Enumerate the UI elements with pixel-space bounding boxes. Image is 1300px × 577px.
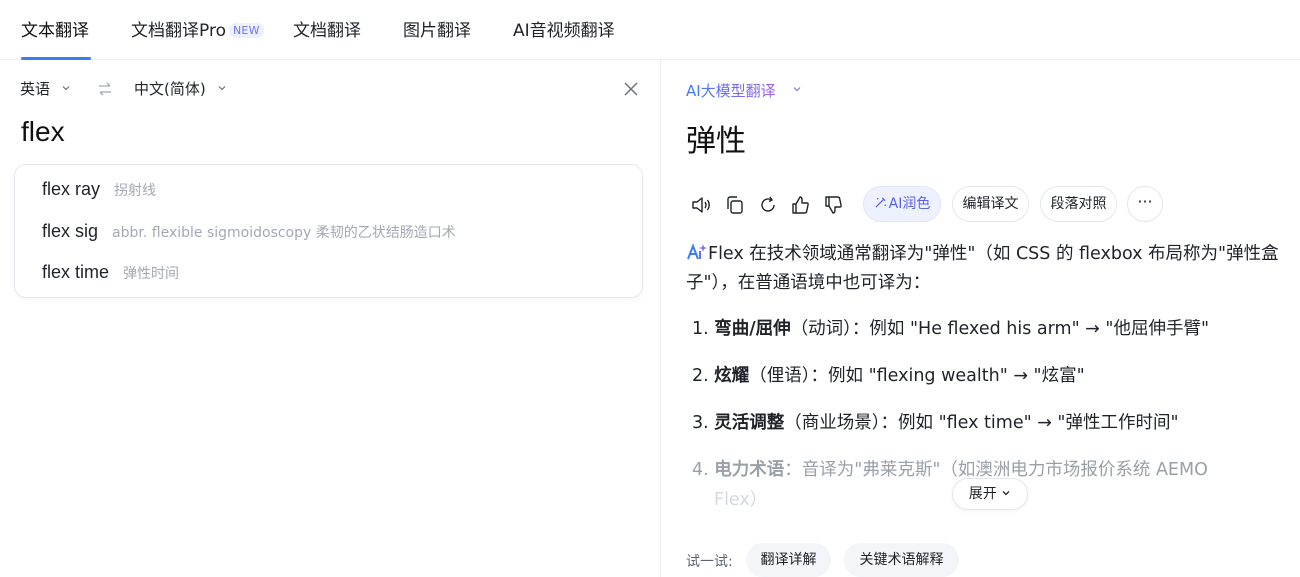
list-term: 灵活调整 xyxy=(714,413,785,433)
list-term: 弯曲/屈伸 xyxy=(714,319,791,339)
list-text: （动词）：例如 "He flexed his arm" → "他屈伸手臂" xyxy=(790,319,1210,339)
magic-wand-icon xyxy=(875,197,886,208)
source-language-label: 英语 xyxy=(20,80,51,98)
suggestion-item[interactable]: flex time 弹性时间 xyxy=(42,262,179,283)
ai-answer-intro: Flex 在技术领域通常翻译为"弹性"（如 CSS 的 flexbox 布局称为… xyxy=(686,240,1290,298)
paragraph-compare-button[interactable]: 段落对照 xyxy=(1040,186,1117,222)
list-item: 3. 灵活调整（商业场景）：例如 "flex time" → "弹性工作时间" xyxy=(692,409,1179,434)
close-icon[interactable] xyxy=(621,79,641,99)
tab-document-translate[interactable]: 文档翻译 xyxy=(293,16,361,41)
suggestion-definition: 拐射线 xyxy=(114,183,157,199)
new-badge: NEW xyxy=(228,23,264,38)
list-number: 3. xyxy=(692,413,709,433)
source-text-input[interactable]: flex xyxy=(21,116,65,148)
list-term: 电力术语 xyxy=(714,460,785,480)
try-label: 试一试: xyxy=(686,554,733,570)
target-language-label: 中文(简体) xyxy=(134,80,206,98)
suggestion-word: flex time xyxy=(42,262,110,282)
list-term: 炫耀 xyxy=(714,366,750,386)
list-number: 2. xyxy=(692,366,709,386)
chevron-down-icon xyxy=(218,86,225,91)
tab-label: 文档翻译Pro xyxy=(131,21,226,41)
tab-av-translate[interactable]: AI音视频翻译 xyxy=(513,16,615,41)
tab-image-translate[interactable]: 图片翻译 xyxy=(403,16,471,41)
chevron-down-icon xyxy=(1002,491,1010,496)
top-tab-bar: 文本翻译 文档翻译Pro NEW 文档翻译 图片翻译 AI音视频翻译 xyxy=(0,0,1300,60)
tab-document-translate-pro[interactable]: 文档翻译Pro NEW xyxy=(131,16,264,41)
translation-output: 弹性 xyxy=(686,124,746,159)
list-text: （商业场景）：例如 "flex time" → "弹性工作时间" xyxy=(784,413,1179,433)
swap-languages-icon[interactable] xyxy=(96,80,114,98)
model-select[interactable]: AI大模型翻译 xyxy=(686,80,776,101)
try-key-terms-button[interactable]: 关键术语解释 xyxy=(844,543,959,577)
list-text: （俚语）：例如 "flexing wealth" → "炫富" xyxy=(749,366,1085,386)
chevron-down-icon[interactable] xyxy=(792,84,802,94)
ai-sparkle-icon xyxy=(687,243,707,260)
suggestion-definition: 弹性时间 xyxy=(123,266,180,282)
ai-answer-text: Flex 在技术领域通常翻译为"弹性"（如 CSS 的 flexbox 布局称为… xyxy=(686,244,1279,293)
suggestion-definition: abbr. flexible sigmoidoscopy 柔韧的乙状结肠造口术 xyxy=(112,225,456,241)
list-number: 4. xyxy=(692,460,709,480)
speaker-icon[interactable] xyxy=(690,194,712,216)
expand-button[interactable]: 展开 xyxy=(952,478,1028,510)
list-item: 4. 电力术语：音译为"弗莱克斯"（如澳洲电力市场报价系统 AEMO xyxy=(692,456,1208,481)
list-item: 1. 弯曲/屈伸（动词）：例如 "He flexed his arm" → "他… xyxy=(692,315,1209,340)
target-language-select[interactable]: 中文(简体) xyxy=(134,78,227,99)
list-text: ：音译为"弗莱克斯"（如澳洲电力市场报价系统 AEMO xyxy=(784,460,1208,480)
copy-icon[interactable] xyxy=(724,194,746,216)
try-translation-detail-button[interactable]: 翻译详解 xyxy=(746,543,831,577)
thumbs-up-icon[interactable] xyxy=(789,194,811,216)
ai-polish-button[interactable]: AI润色 xyxy=(863,186,941,222)
source-language-select[interactable]: 英语 xyxy=(20,78,71,99)
suggestion-item[interactable]: flex ray 拐射线 xyxy=(42,179,156,200)
suggestion-word: flex sig xyxy=(42,221,99,241)
tab-text-translate[interactable]: 文本翻译 xyxy=(21,16,89,41)
chevron-down-icon xyxy=(62,86,70,91)
ai-polish-label: AI润色 xyxy=(888,196,931,212)
refresh-icon[interactable] xyxy=(757,194,779,216)
list-item-continuation: Flex） xyxy=(714,490,768,510)
list-number: 1. xyxy=(692,319,709,339)
suggestion-item[interactable]: flex sig abbr. flexible sigmoidoscopy 柔韧的… xyxy=(42,221,456,242)
panel-divider xyxy=(660,60,661,577)
suggestion-word: flex ray xyxy=(42,179,101,199)
thumbs-down-icon[interactable] xyxy=(822,194,844,216)
list-item: 2. 炫耀（俚语）：例如 "flexing wealth" → "炫富" xyxy=(692,362,1085,387)
more-options-button[interactable]: ··· xyxy=(1127,186,1163,222)
suggestion-dropdown: flex ray 拐射线 flex sig abbr. flexible sigmo… xyxy=(14,164,643,298)
edit-translation-button[interactable]: 编辑译文 xyxy=(952,186,1029,222)
active-tab-indicator xyxy=(21,57,91,60)
expand-label: 展开 xyxy=(968,486,997,502)
